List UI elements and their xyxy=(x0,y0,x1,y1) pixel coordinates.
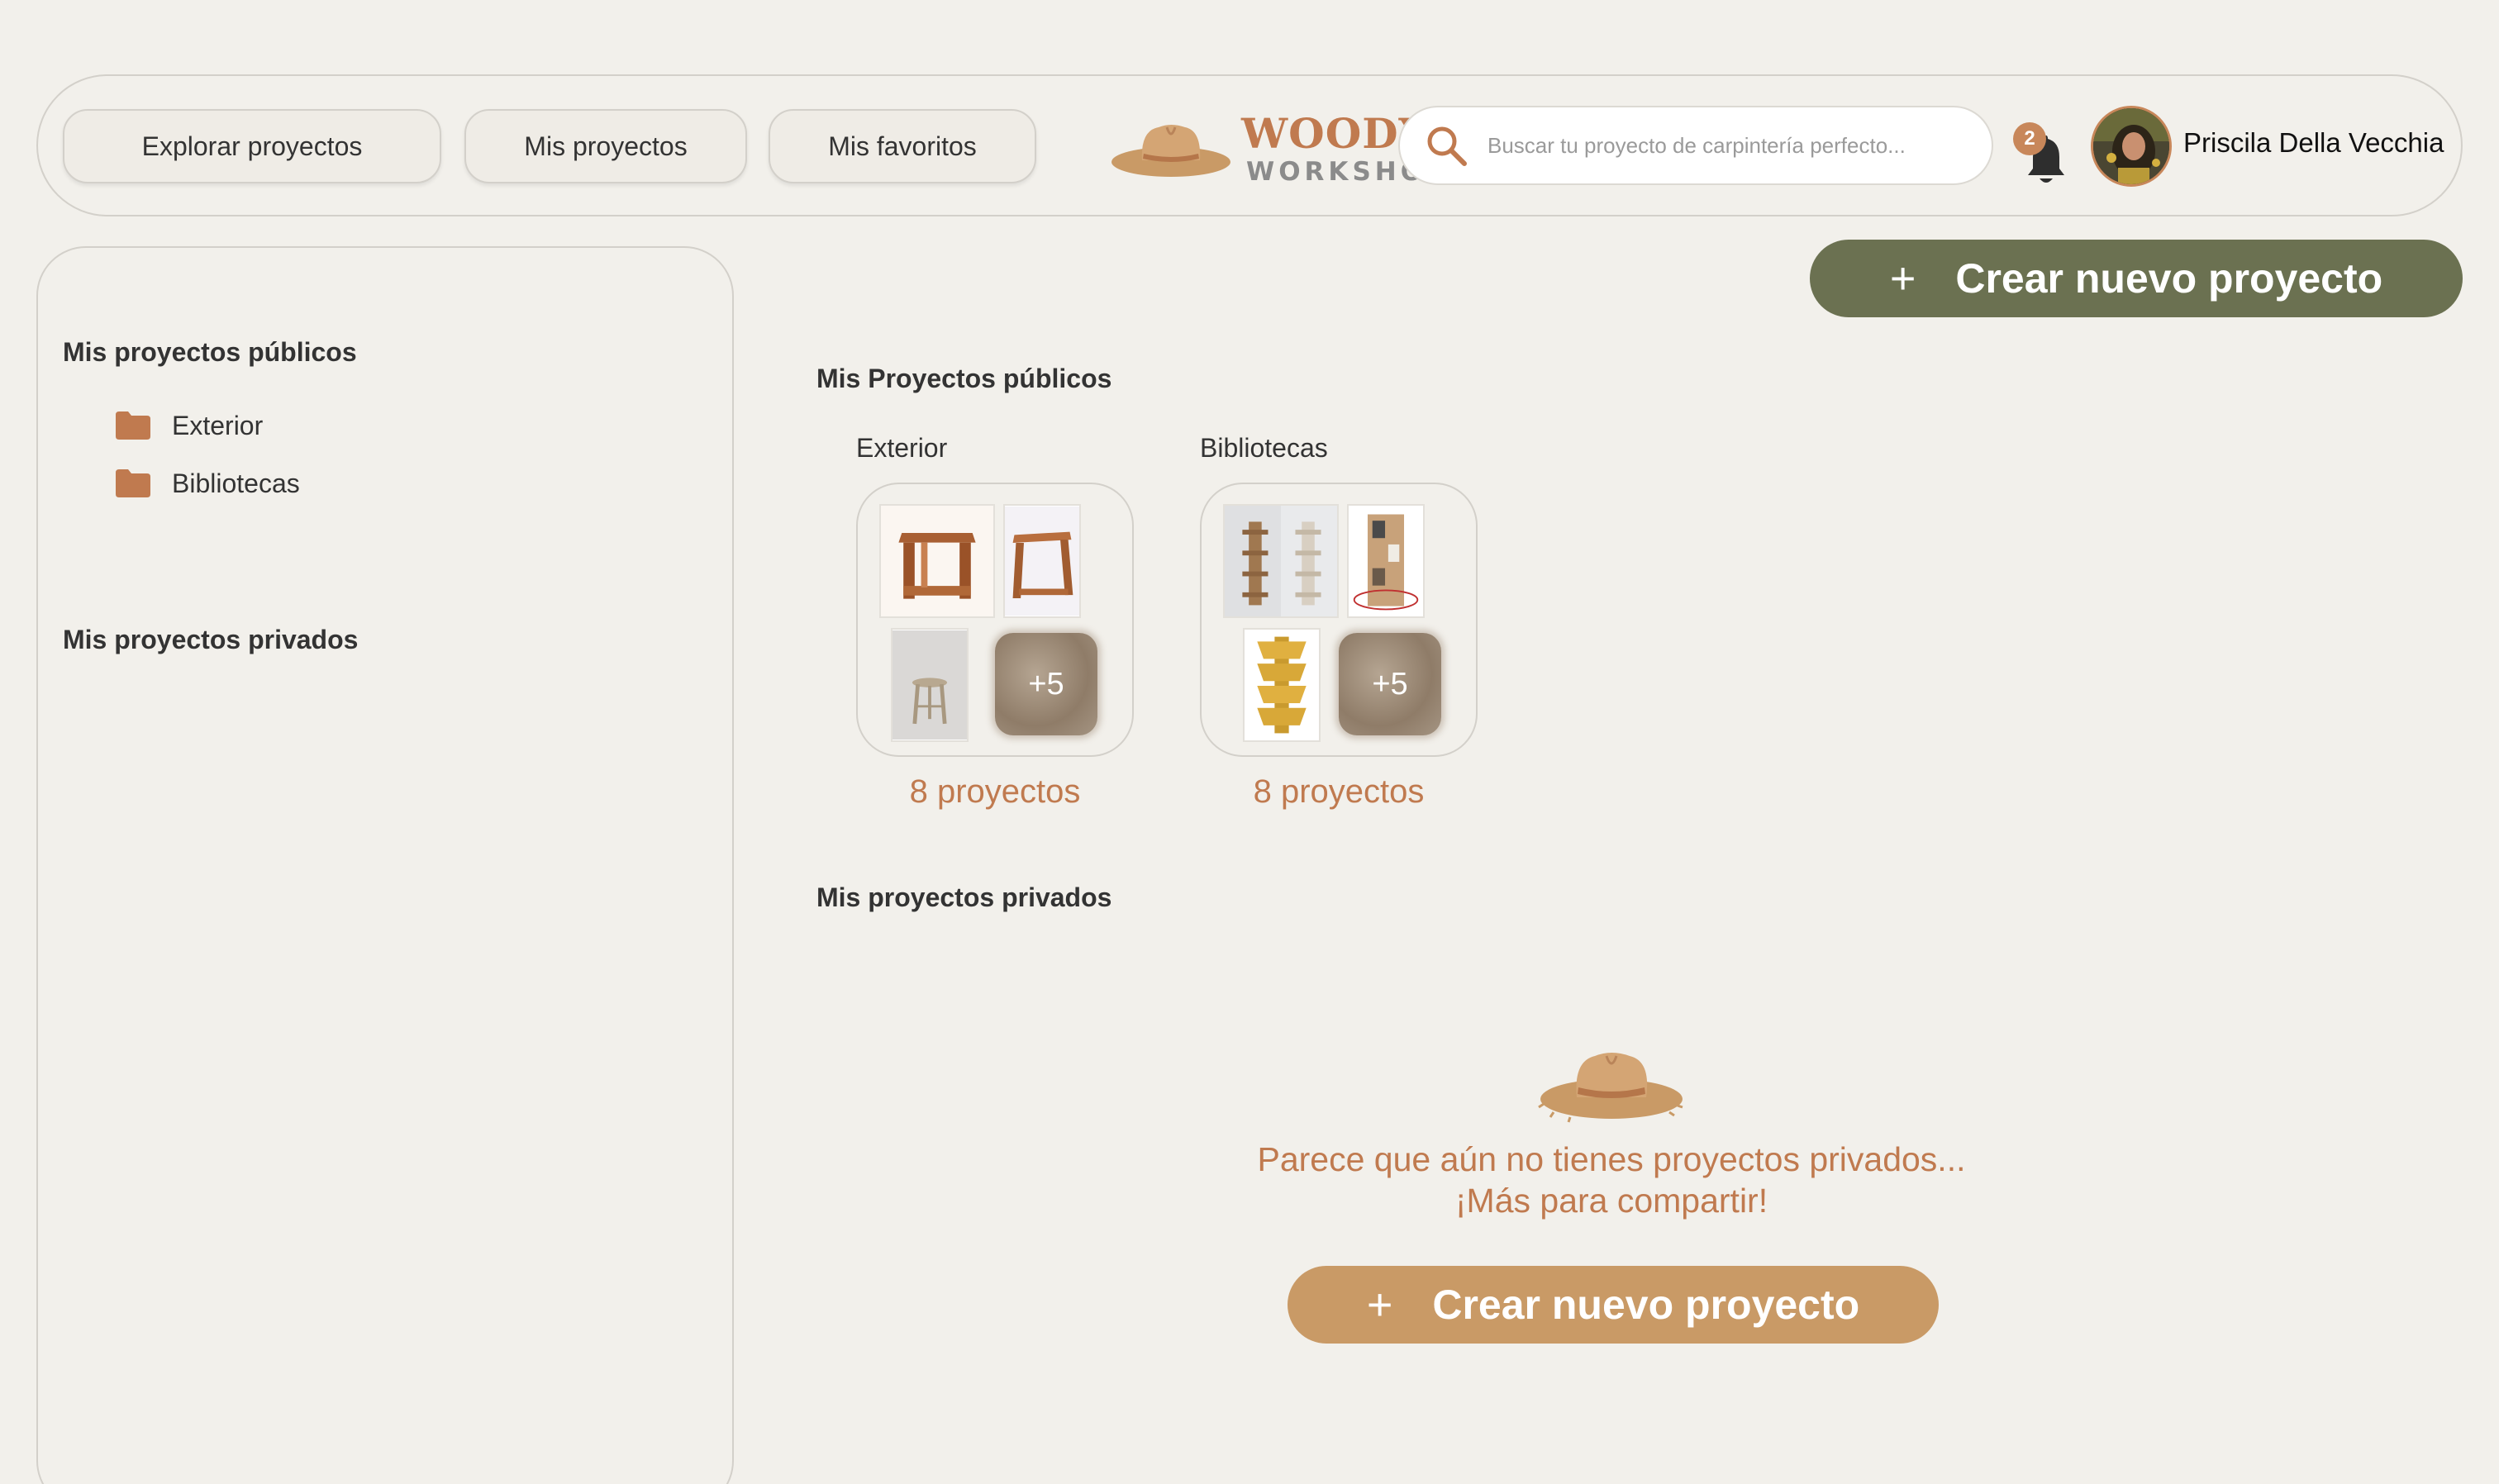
yellow-bookshelf-image xyxy=(1245,630,1319,740)
create-project-label: Crear nuevo proyecto xyxy=(1955,255,2383,302)
top-navigation-bar: Explorar proyectos Mis proyectos Mis fav… xyxy=(36,74,2463,216)
notifications-button[interactable]: 2 xyxy=(2013,116,2079,190)
empty-state-line2: ¡Más para compartir! xyxy=(1454,1182,1768,1220)
folder-icon xyxy=(116,411,150,440)
project-thumbnail[interactable] xyxy=(879,504,995,618)
search-input[interactable] xyxy=(1488,132,1967,159)
empty-state-line1: Parece que aún no tienes proyectos priva… xyxy=(1257,1140,1966,1178)
project-thumbnail[interactable] xyxy=(1003,504,1081,618)
nav-mis-proyectos-button[interactable]: Mis proyectos xyxy=(464,109,747,183)
collection-card-exterior[interactable]: +5 xyxy=(856,483,1134,757)
collection-title-bibliotecas: Bibliotecas xyxy=(1200,433,1328,463)
stool-image xyxy=(1005,506,1079,616)
stool-image xyxy=(881,506,993,616)
sidebar-folder-label: Exterior xyxy=(172,410,264,440)
empty-state-message: Parece que aún no tienes proyectos priva… xyxy=(1124,1139,2099,1221)
project-thumbnail[interactable] xyxy=(891,628,969,742)
plus-icon: + xyxy=(1366,1280,1393,1329)
folder-icon xyxy=(116,469,150,497)
nav-explorar-proyectos-button[interactable]: Explorar proyectos xyxy=(63,109,441,183)
user-name[interactable]: Priscila Della Vecchia xyxy=(2183,127,2444,159)
rotating-bookshelf-image xyxy=(1349,506,1423,616)
public-projects-heading: Mis Proyectos públicos xyxy=(816,364,1112,393)
project-thumbnail[interactable] xyxy=(1347,504,1425,618)
project-thumbnail[interactable] xyxy=(1243,628,1321,742)
notification-count-badge: 2 xyxy=(2013,122,2046,155)
private-projects-heading: Mis proyectos privados xyxy=(816,882,1112,912)
search-bar xyxy=(1398,106,1993,185)
create-private-project-button[interactable]: + Crear nuevo proyecto xyxy=(1288,1266,1939,1344)
sidebar-public-heading: Mis proyectos públicos xyxy=(63,337,357,367)
project-thumbnail[interactable] xyxy=(1223,504,1339,618)
bookshelf-image xyxy=(1225,506,1337,616)
collection-count-bibliotecas[interactable]: 8 proyectos xyxy=(1200,773,1478,811)
more-projects-tile[interactable]: +5 xyxy=(995,633,1097,735)
sidebar-private-heading: Mis proyectos privados xyxy=(63,625,359,654)
create-project-button[interactable]: + Crear nuevo proyecto xyxy=(1810,240,2463,317)
hat-illustration-icon xyxy=(1538,1053,1683,1123)
sidebar-folder-label: Bibliotecas xyxy=(172,468,300,498)
user-avatar[interactable] xyxy=(2091,106,2172,187)
create-private-project-label: Crear nuevo proyecto xyxy=(1432,1282,1860,1328)
plus-icon: + xyxy=(1889,254,1916,303)
collection-title-exterior: Exterior xyxy=(856,433,948,463)
search-icon[interactable] xyxy=(1423,122,1469,169)
collection-count-exterior[interactable]: 8 proyectos xyxy=(856,773,1134,811)
more-projects-tile[interactable]: +5 xyxy=(1339,633,1441,735)
nav-mis-favoritos-button[interactable]: Mis favoritos xyxy=(769,109,1036,183)
sidebar: Mis proyectos públicos Exterior Bibliote… xyxy=(36,246,734,1484)
avatar-photo xyxy=(2093,108,2169,184)
hat-logo-icon xyxy=(1111,125,1230,177)
woodys-workshop-logo[interactable]: WOODY'S WORKSHOP xyxy=(1109,101,1473,192)
collection-card-bibliotecas[interactable]: +5 xyxy=(1200,483,1478,757)
sidebar-folder-exterior[interactable]: Exterior xyxy=(116,405,263,446)
round-stool-image xyxy=(892,630,967,740)
sidebar-folder-bibliotecas[interactable]: Bibliotecas xyxy=(116,463,300,504)
